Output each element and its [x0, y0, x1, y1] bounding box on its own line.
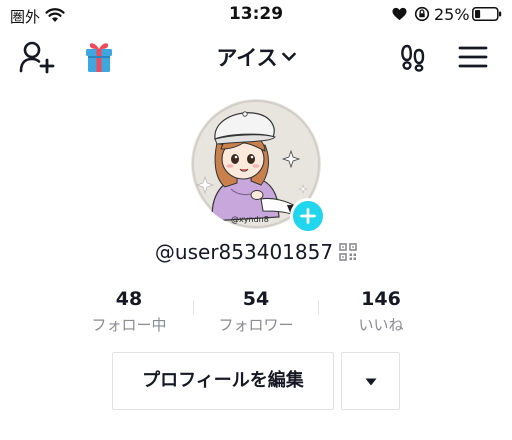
stat-label: いいね: [358, 316, 404, 334]
stat-following[interactable]: 48 フォロー中: [69, 288, 189, 335]
stat-label: フォロー中: [91, 316, 167, 334]
menu-icon[interactable]: [458, 44, 488, 70]
battery-icon: [472, 7, 502, 21]
footprint-icon[interactable]: [398, 42, 428, 72]
stat-value: 48: [115, 288, 143, 310]
plus-icon: [300, 208, 316, 224]
stat-label: フォロワー: [218, 316, 294, 334]
username: @user853401857: [154, 240, 334, 264]
stat-value: 54: [242, 288, 270, 310]
more-options-button[interactable]: [341, 352, 400, 410]
stat-divider: [318, 300, 319, 314]
account-switcher[interactable]: アイス: [0, 42, 512, 72]
battery-percent: 25%: [434, 5, 470, 24]
qr-code-icon[interactable]: [339, 243, 357, 261]
page-title: アイス: [216, 46, 278, 70]
avatar-caption: @xyndn8: [231, 215, 269, 224]
stat-followers[interactable]: 54 フォロワー: [196, 288, 316, 335]
caret-down-icon: [365, 378, 377, 386]
username-row: @user853401857: [0, 240, 512, 264]
heart-icon: [392, 7, 407, 21]
chevron-down-icon: [281, 52, 296, 61]
orientation-lock-icon: [414, 6, 430, 22]
add-avatar-button[interactable]: [290, 198, 326, 234]
edit-profile-button[interactable]: プロフィールを編集: [112, 352, 334, 410]
stat-value: 146: [361, 288, 401, 310]
stat-likes[interactable]: 146 いいね: [321, 288, 441, 335]
stat-divider: [193, 300, 194, 314]
